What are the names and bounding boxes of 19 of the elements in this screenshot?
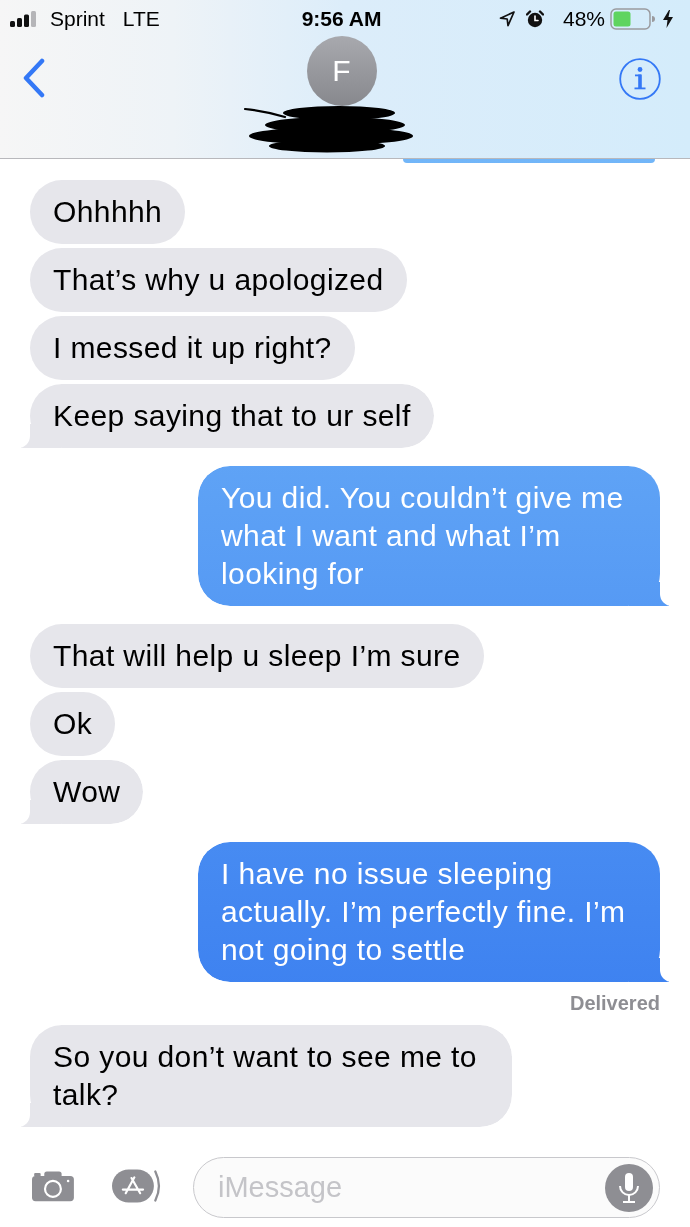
clock-time: 9:56 AM <box>301 7 382 31</box>
message-bubble: That’s why u apologized <box>30 248 407 312</box>
alarm-clock-icon <box>525 10 544 28</box>
info-icon[interactable] <box>619 58 661 100</box>
contact-avatar[interactable]: F <box>306 36 377 106</box>
message-bubble: That will help u sleep I’m sure <box>30 624 484 688</box>
message-bubble: Ohhhhh <box>30 180 186 244</box>
charging-bolt-icon <box>663 10 673 28</box>
delivery-status: Delivered <box>569 992 660 1014</box>
carrier-name: Sprint <box>50 7 105 31</box>
microphone-icon[interactable] <box>605 1163 653 1212</box>
network-type: LTE <box>122 7 160 31</box>
battery-icon <box>610 8 656 30</box>
message-bubble: I messed it up right? <box>30 316 355 380</box>
battery-percentage: 48% <box>562 7 605 31</box>
back-icon[interactable] <box>22 58 46 98</box>
location-arrow-icon <box>498 11 515 27</box>
message-bubble: Ok <box>30 692 116 756</box>
signal-strength-icon <box>10 11 38 27</box>
